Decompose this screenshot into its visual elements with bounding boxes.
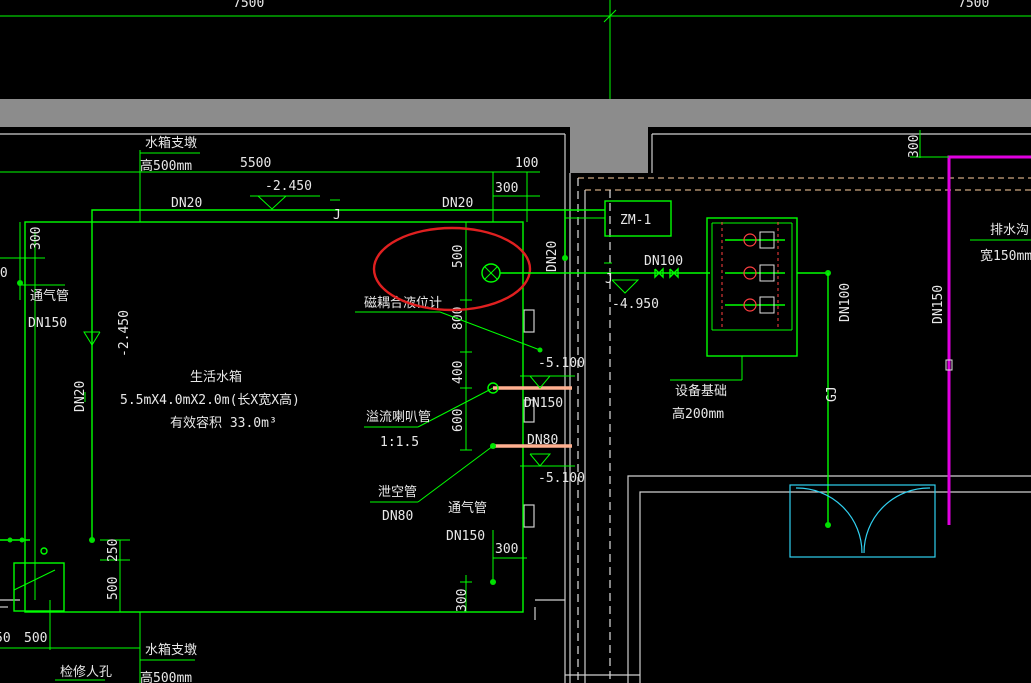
- zm1-label: ZM-1: [620, 213, 651, 228]
- elev-top: -2.450: [265, 179, 312, 194]
- tank-volume: 有效容积 33.0m³: [170, 415, 277, 431]
- overflow-pipe-label: 溢流喇叭管: [366, 410, 431, 425]
- equipment-base: 设备基础 高200mm: [670, 217, 831, 422]
- tank-name: 生活水箱: [190, 369, 242, 385]
- dn100-horizontal: DN100: [644, 254, 683, 269]
- tank-support-bottom: 水箱支墩: [145, 642, 197, 658]
- vent-right-dn: DN150: [446, 529, 485, 544]
- drain-channel-width: 宽150mm: [980, 248, 1031, 264]
- tank-support-top-height: 高500mm: [140, 158, 192, 174]
- drain-pipe-dn80: DN80: [382, 509, 413, 524]
- pipe-j-main: J: [605, 272, 613, 287]
- overflow-drain: -5.100 DN150 DN80 -5.100 溢流喇叭管 1:1.5 泄空管…: [364, 356, 585, 524]
- dn100-vertical: DN100: [838, 283, 853, 322]
- equip-base-height: 高200mm: [672, 406, 724, 422]
- right-dimension-chain: 500 800 400 600 300: [451, 222, 472, 612]
- tank-support-bottom-height: 高500mm: [140, 670, 192, 683]
- overflow-ratio: 1:1.5: [380, 435, 419, 450]
- elev-5100-b: -5.100: [538, 471, 585, 486]
- dim-5500: 5500: [240, 156, 271, 171]
- gj-riser: DN100 GJ: [825, 273, 853, 528]
- vent-right-label: 通气管: [448, 500, 487, 516]
- main-supply: J DN100 -4.950: [500, 254, 710, 312]
- dim-500-corner: 500: [24, 631, 47, 646]
- tank-annotation: 生活水箱 5.5mX4.0mX2.0m(长X宽X高) 有效容积 33.0m³: [120, 369, 300, 431]
- dn20-top-left: DN20: [171, 196, 202, 211]
- tank-support-top: 水箱支墩: [145, 135, 197, 151]
- dim-300-bottom: 300: [455, 589, 470, 612]
- dim-300-drain: 300: [907, 135, 922, 158]
- vent-left-dn: DN150: [28, 316, 67, 331]
- dim-500-bottom: 500: [106, 577, 121, 600]
- highlight-circle: [372, 226, 532, 312]
- door: [789, 484, 936, 558]
- elev-main: -4.950: [612, 297, 659, 312]
- dn20-vertical-right: DN20: [545, 241, 560, 272]
- drain-channel: 300 DN150 排水沟 宽150mm: [907, 130, 1031, 525]
- vent-left-label: 通气管: [30, 288, 69, 304]
- dn150-overflow: DN150: [524, 396, 563, 411]
- manhole-area: 250 500 50 500 检修人孔 水箱支墩 高500mm: [0, 537, 197, 683]
- dim-00-left: 00: [0, 266, 8, 281]
- manhole-label: 检修人孔: [60, 665, 112, 680]
- dim-600: 600: [451, 409, 466, 432]
- dim-300-top: 300: [495, 181, 518, 196]
- tank-size: 5.5mX4.0mX2.0m(长X宽X高): [120, 392, 300, 408]
- dim-100: 100: [515, 156, 538, 171]
- gj-label: GJ: [825, 386, 840, 402]
- cad-drawing-canvas: 7500 7500 DN20 DN20 J DN20 DN20 -2.450 5…: [0, 0, 1031, 683]
- dim-top-right: 7500: [958, 0, 989, 11]
- elev-5100-a: -5.100: [538, 356, 585, 371]
- dn20-left: DN20: [73, 381, 88, 412]
- right-vent: 通气管 DN150 300: [446, 500, 527, 585]
- drain-pipe-label: 泄空管: [378, 485, 417, 500]
- dn150-vertical: DN150: [931, 285, 946, 324]
- dim-300-left: 300: [29, 227, 44, 250]
- dim-500-side: 500: [451, 245, 466, 268]
- dn80-overflow: DN80: [527, 433, 558, 448]
- dn20-top-right: DN20: [442, 196, 473, 211]
- dim-50: 50: [0, 631, 11, 646]
- equip-base-label: 设备基础: [675, 383, 727, 399]
- dim-300-right: 300: [495, 542, 518, 557]
- dn20-pipes: DN20 DN20 J DN20 DN20 -2.450: [73, 196, 605, 543]
- top-axis-dimension: 7500 7500: [0, 0, 1031, 99]
- dim-top-left: 7500: [233, 0, 264, 11]
- dim-400: 400: [451, 361, 466, 384]
- elev-left: -2.450: [117, 310, 132, 357]
- dim-250: 250: [106, 539, 121, 562]
- level-gauge: 磁耦合液位计: [355, 226, 543, 353]
- pipe-j-top: J: [333, 208, 341, 223]
- drain-channel-label: 排水沟: [990, 223, 1029, 238]
